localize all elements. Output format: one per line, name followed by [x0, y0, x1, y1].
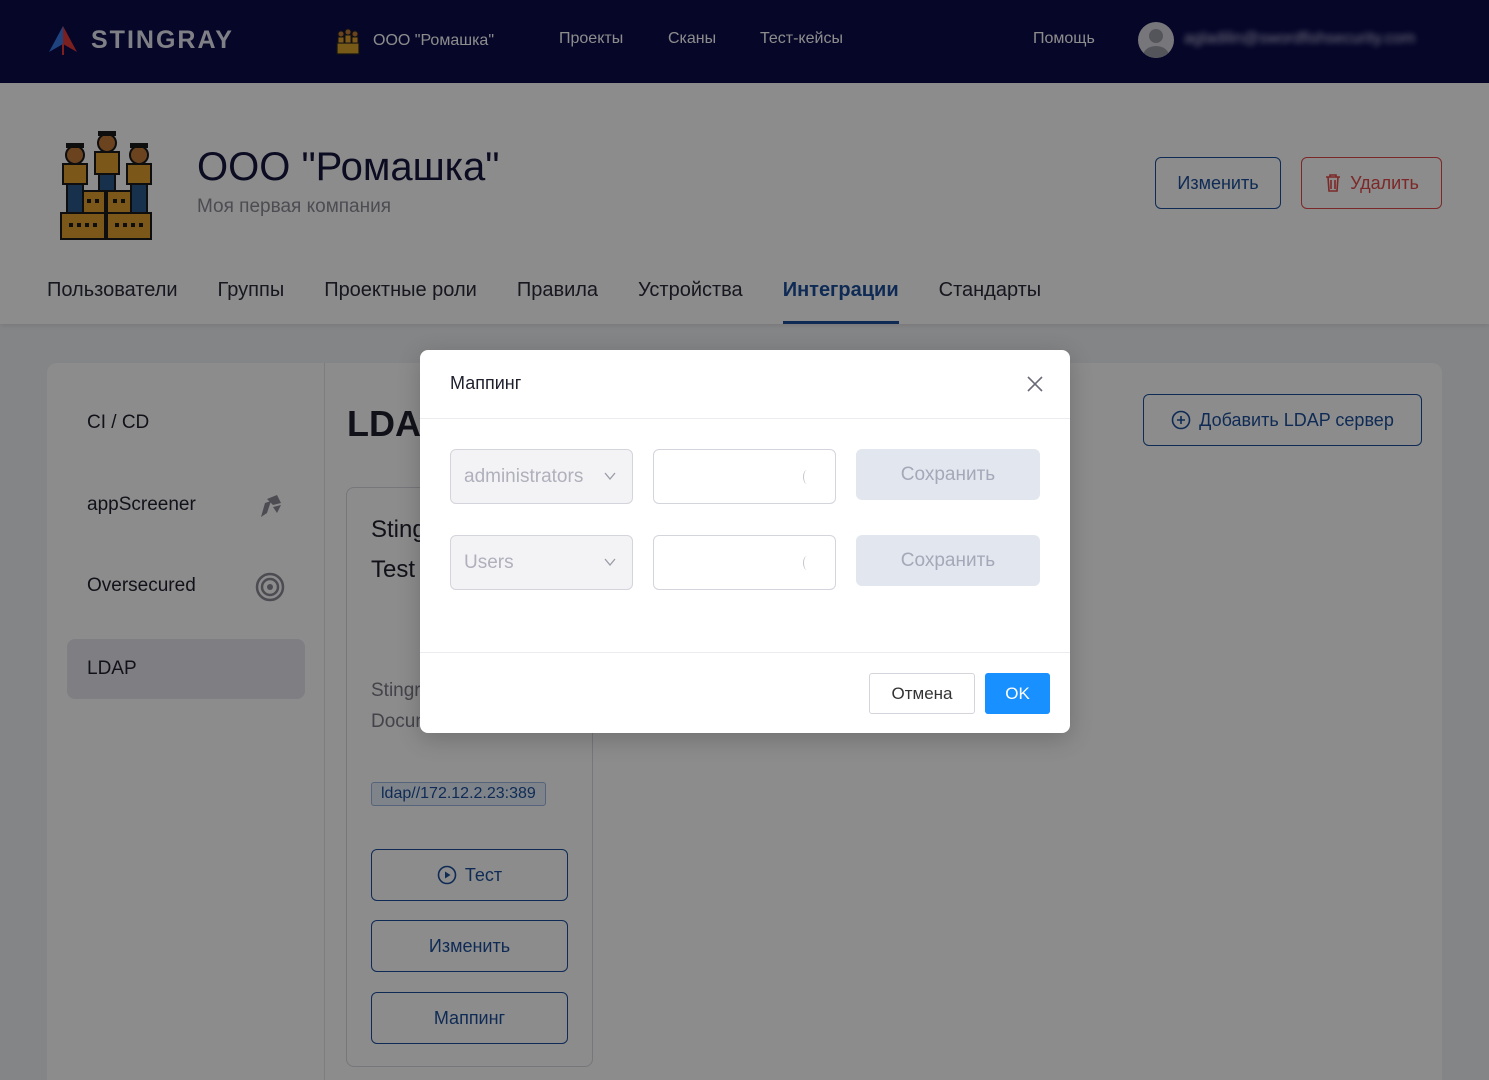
mapping-modal: Маппинг administrators Сохранить Users С…	[420, 350, 1070, 733]
group-select-value: administrators	[464, 465, 584, 487]
save-button[interactable]: Сохранить	[856, 535, 1040, 586]
ok-button[interactable]: OK	[985, 673, 1050, 714]
group-select[interactable]: administrators	[450, 449, 633, 504]
save-label: Сохранить	[900, 549, 996, 571]
group-select[interactable]: Users	[450, 535, 633, 590]
chevron-down-icon	[604, 558, 616, 567]
modal-header: Маппинг	[420, 350, 1070, 419]
modal-title: Маппинг	[450, 373, 522, 393]
group-select-value: Users	[464, 551, 514, 573]
save-label: Сохранить	[900, 463, 996, 485]
role-input[interactable]	[653, 449, 836, 504]
mapping-row: administrators Сохранить	[450, 449, 1040, 505]
close-icon[interactable]	[1023, 372, 1047, 396]
loading-spinner-icon	[803, 556, 811, 570]
role-input[interactable]	[653, 535, 836, 590]
loading-spinner-icon	[803, 470, 811, 484]
chevron-down-icon	[604, 472, 616, 481]
mapping-row: Users Сохранить	[450, 535, 1040, 591]
cancel-button[interactable]: Отмена	[869, 673, 975, 714]
modal-footer: Отмена OK	[420, 652, 1070, 733]
save-button[interactable]: Сохранить	[856, 449, 1040, 500]
